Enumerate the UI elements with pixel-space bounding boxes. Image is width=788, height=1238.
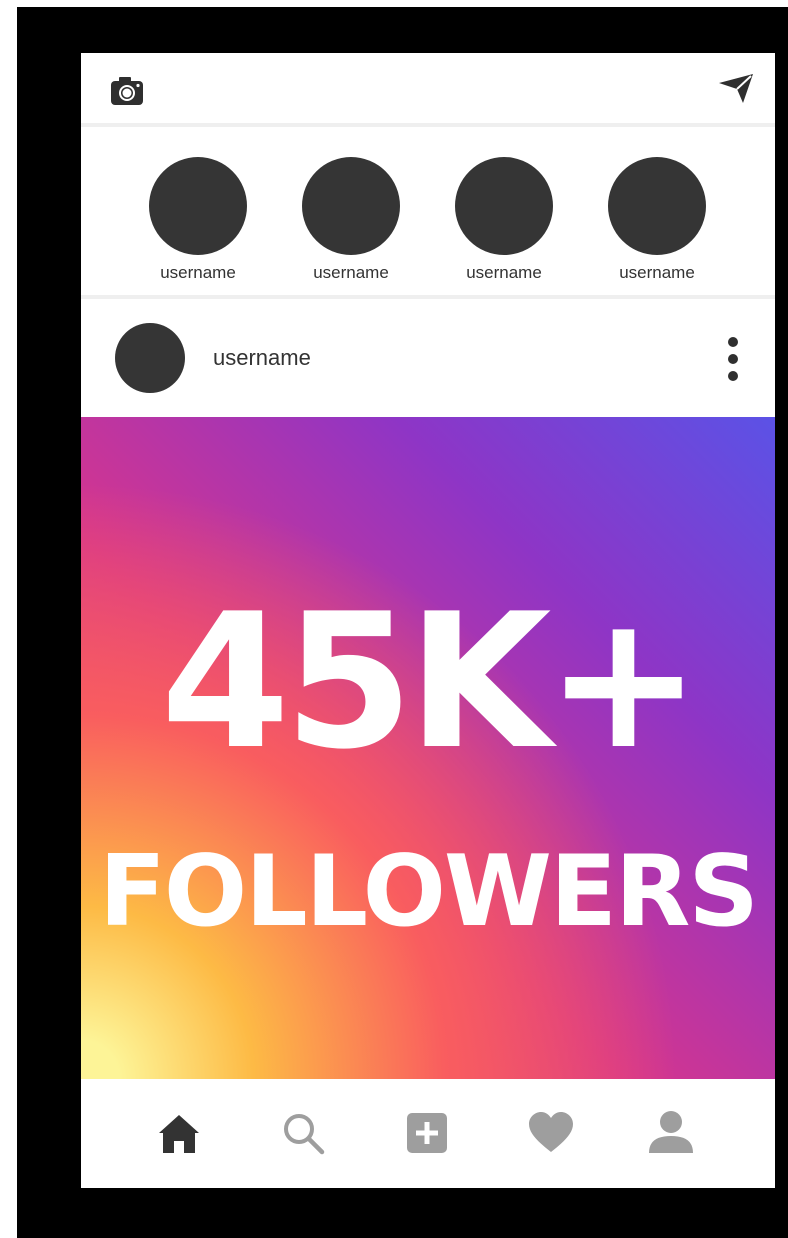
more-vertical-icon[interactable] [721, 337, 745, 381]
story-item[interactable]: username [296, 157, 406, 287]
add-post-icon[interactable] [403, 1109, 451, 1157]
heart-icon[interactable] [527, 1109, 575, 1157]
story-item[interactable]: username [602, 157, 712, 287]
camera-icon[interactable] [109, 73, 149, 109]
home-icon[interactable] [155, 1109, 203, 1157]
post-username[interactable]: username [213, 345, 311, 371]
phone-frame: username username username username user… [17, 7, 788, 1238]
story-avatar [149, 157, 247, 255]
story-username: username [313, 263, 389, 282]
story-item[interactable]: username [449, 157, 559, 287]
story-username: username [466, 263, 542, 282]
top-bar [81, 53, 775, 123]
post-avatar[interactable] [115, 323, 185, 393]
story-avatar [608, 157, 706, 255]
story-avatar [302, 157, 400, 255]
post-subheadline: FOLLOWERS [98, 835, 759, 949]
search-icon[interactable] [279, 1109, 327, 1157]
bottom-nav [81, 1079, 775, 1188]
post-image[interactable]: 45K+ FOLLOWERS [81, 417, 775, 1079]
story-username: username [160, 263, 236, 282]
story-avatar [455, 157, 553, 255]
profile-icon[interactable] [647, 1109, 695, 1157]
send-icon[interactable] [717, 71, 757, 107]
app-screen: username username username username user… [81, 53, 775, 1188]
story-username: username [619, 263, 695, 282]
post-headline: 45K+ [160, 573, 702, 790]
story-item[interactable]: username [143, 157, 253, 287]
stories-row: username username username username [81, 127, 775, 295]
post-header: username [81, 299, 775, 417]
